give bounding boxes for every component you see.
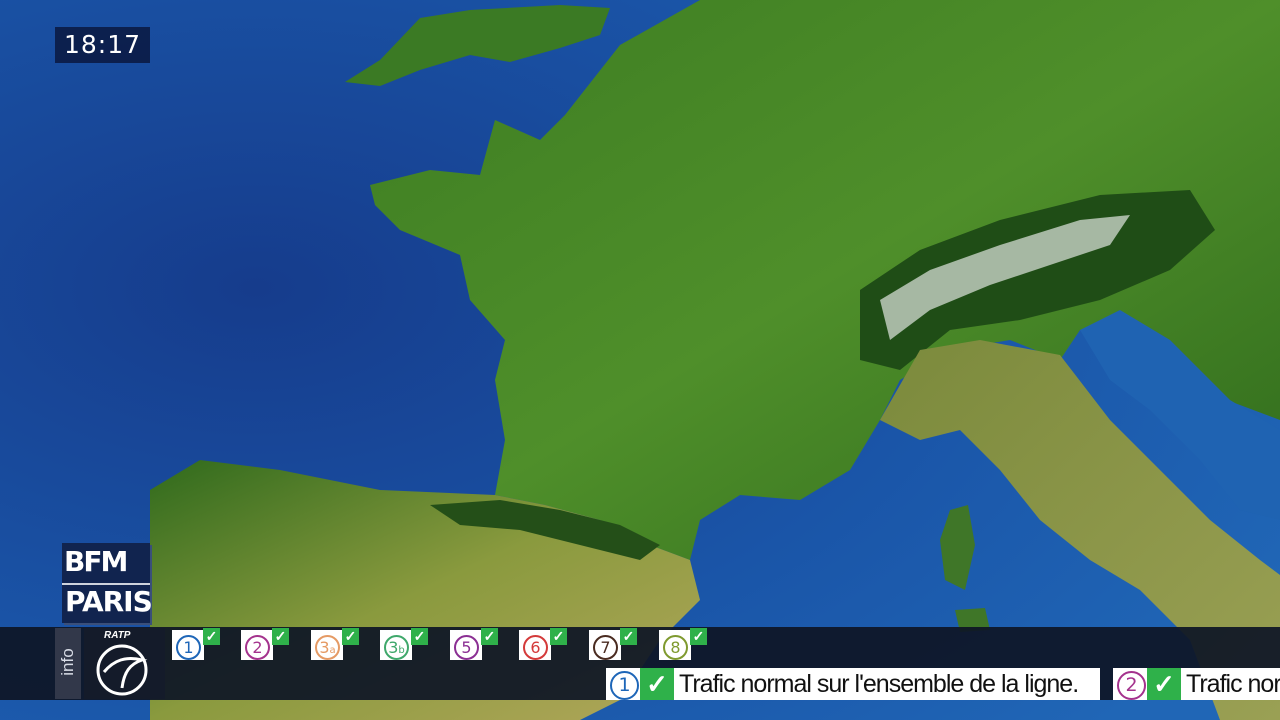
line-number-icon: 5	[454, 635, 479, 660]
line-badge-bg: 7	[589, 630, 621, 660]
check-icon: ✓	[640, 668, 674, 700]
check-icon: ✓	[272, 628, 289, 645]
status-message-line-1: 1 ✓ Trafic normal sur l'ensemble de la l…	[606, 668, 1100, 700]
metro-line-badge: 2 ✓	[241, 628, 289, 662]
ratp-emblem-icon	[96, 644, 148, 696]
check-icon: ✓	[1147, 668, 1181, 700]
channel-logo: BFM PARIS	[62, 543, 153, 623]
line-badge-bg: 5	[450, 630, 482, 660]
line-number-icon: 7	[593, 635, 618, 660]
line-badge-bg: 8	[659, 630, 691, 660]
check-icon: ✓	[342, 628, 359, 645]
logo-line-1: BFM	[64, 545, 128, 578]
line-badge-bg: 1	[172, 630, 204, 660]
line-badge-bg: 2	[241, 630, 273, 660]
check-icon: ✓	[690, 628, 707, 645]
metro-lines-status: 1 ✓ 2 ✓ 3a ✓ 3b ✓ 5 ✓ 6 ✓ 7 ✓ 8 ✓	[172, 628, 732, 662]
check-icon: ✓	[481, 628, 498, 645]
line-badge-bg: 3a	[311, 630, 343, 660]
line-suffix: b	[398, 645, 405, 656]
status-text: Trafic norm	[1186, 670, 1280, 698]
check-icon: ✓	[203, 628, 220, 645]
satellite-map	[0, 0, 1280, 720]
status-message-line-2: 2 ✓ Trafic norm	[1113, 668, 1280, 700]
info-label-box: info	[55, 628, 81, 699]
line-badge-bg: 3b	[380, 630, 412, 660]
metro-line-badge: 3b ✓	[380, 628, 428, 662]
line-number-icon: 8	[663, 635, 688, 660]
line-2-icon: 2	[1117, 671, 1146, 700]
clock-display: 18:17	[55, 27, 150, 63]
line-number-icon: 3a	[315, 635, 340, 660]
check-icon: ✓	[411, 628, 428, 645]
line-number-icon: 1	[176, 635, 201, 660]
metro-line-badge: 8 ✓	[659, 628, 707, 662]
line-badge-bg: 6	[519, 630, 551, 660]
ratp-label: RATP	[104, 630, 131, 641]
info-label: info	[58, 648, 77, 676]
check-icon: ✓	[620, 628, 637, 645]
status-text: Trafic normal sur l'ensemble de la ligne…	[679, 670, 1079, 698]
logo-line-2: PARIS	[65, 585, 153, 618]
line-number-icon: 3b	[384, 635, 409, 660]
metro-line-badge: 3a ✓	[311, 628, 359, 662]
line-1-icon: 1	[610, 671, 639, 700]
metro-line-badge: 7 ✓	[589, 628, 637, 662]
metro-line-badge: 1 ✓	[172, 628, 220, 662]
line-number-icon: 2	[245, 635, 270, 660]
line-suffix: a	[329, 645, 336, 656]
ratp-logo: RATP	[84, 628, 165, 699]
metro-line-badge: 6 ✓	[519, 628, 567, 662]
metro-line-badge: 5 ✓	[450, 628, 498, 662]
line-number-icon: 6	[523, 635, 548, 660]
check-icon: ✓	[550, 628, 567, 645]
